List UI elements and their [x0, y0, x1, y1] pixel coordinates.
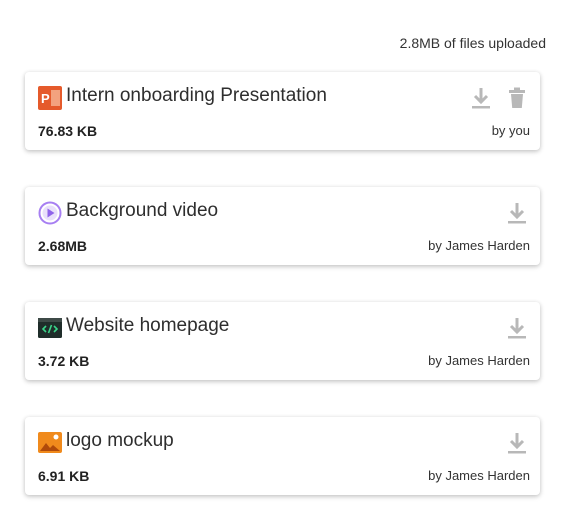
- svg-text:P: P: [41, 91, 50, 106]
- file-actions: [506, 431, 528, 455]
- upload-summary: 2.8MB of files uploaded: [399, 35, 546, 51]
- file-size: 76.83 KB: [38, 123, 98, 139]
- file-name[interactable]: Background video: [66, 200, 218, 222]
- download-icon[interactable]: [470, 86, 492, 110]
- file-name[interactable]: Intern onboarding Presentation: [66, 85, 327, 107]
- file-card[interactable]: Website homepage 3.72 KB by James Harden: [25, 302, 540, 380]
- image-icon: [38, 431, 62, 455]
- video-icon: [38, 201, 62, 225]
- file-actions: [506, 201, 528, 225]
- file-size: 3.72 KB: [38, 353, 90, 369]
- download-icon[interactable]: [506, 201, 528, 225]
- download-icon[interactable]: [506, 431, 528, 455]
- file-actions: [506, 316, 528, 340]
- file-owner: by James Harden: [428, 238, 530, 253]
- file-card[interactable]: P Intern onboarding Presentation 76.83 K…: [25, 72, 540, 150]
- trash-icon[interactable]: [506, 86, 528, 110]
- file-owner: by James Harden: [428, 468, 530, 483]
- file-card[interactable]: Background video 2.68MB by James Harden: [25, 187, 540, 265]
- code-icon: [38, 316, 62, 340]
- powerpoint-icon: P: [38, 86, 62, 110]
- file-size: 2.68MB: [38, 238, 88, 254]
- file-name[interactable]: logo mockup: [66, 430, 174, 452]
- download-icon[interactable]: [506, 316, 528, 340]
- file-size: 6.91 KB: [38, 468, 90, 484]
- file-owner: by James Harden: [428, 353, 530, 368]
- file-card[interactable]: logo mockup 6.91 KB by James Harden: [25, 417, 540, 495]
- file-name[interactable]: Website homepage: [66, 315, 229, 337]
- file-actions: [470, 86, 528, 110]
- file-list: P Intern onboarding Presentation 76.83 K…: [25, 72, 540, 532]
- file-owner: by you: [491, 123, 530, 138]
